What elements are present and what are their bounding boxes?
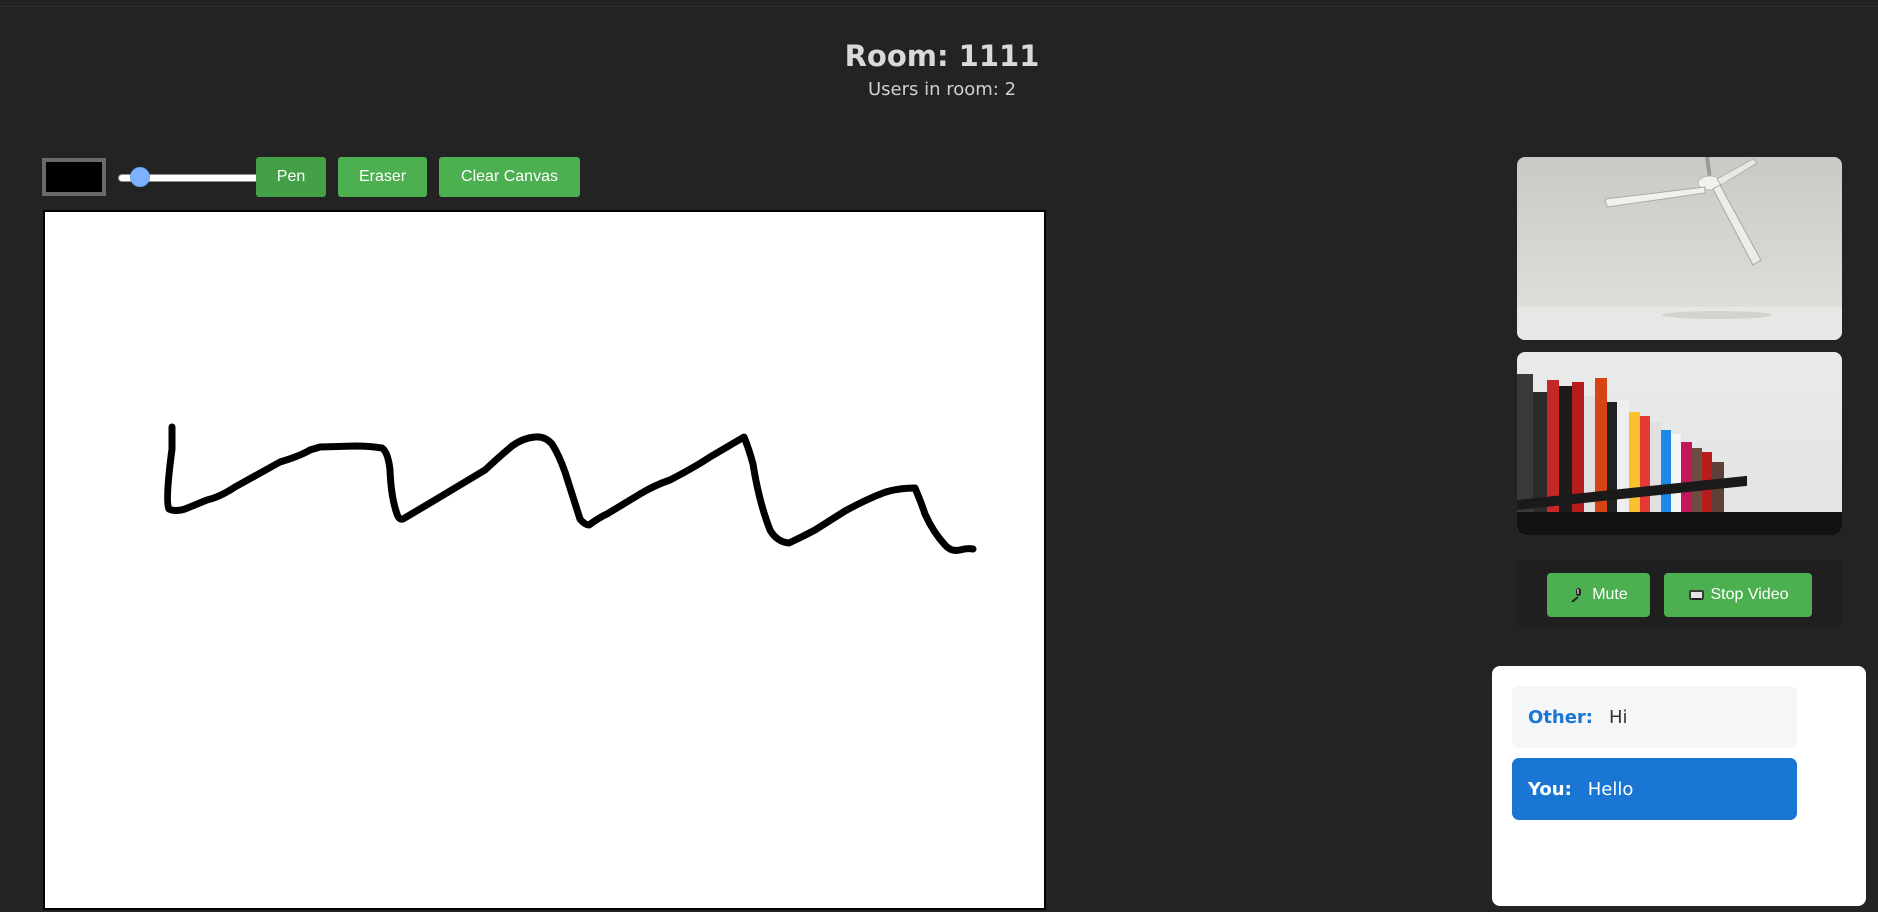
remote-video-frame bbox=[1517, 157, 1842, 340]
remote-video bbox=[1517, 157, 1842, 340]
mute-label: Mute bbox=[1592, 586, 1628, 603]
chat-message: You: Hello bbox=[1512, 758, 1797, 820]
clear-canvas-button[interactable]: Clear Canvas bbox=[439, 157, 580, 197]
camera-icon bbox=[1688, 590, 1704, 600]
users-count: Users in room: 2 bbox=[867, 79, 1017, 100]
local-video bbox=[1517, 352, 1842, 535]
slider-thumb[interactable] bbox=[130, 167, 150, 187]
drawing-canvas[interactable] bbox=[43, 210, 1046, 910]
microphone-icon bbox=[1571, 588, 1582, 602]
chat-message: Other: Hi bbox=[1512, 686, 1797, 748]
message-sender: You: bbox=[1528, 778, 1572, 800]
color-picker[interactable] bbox=[42, 158, 106, 196]
pen-button[interactable]: Pen bbox=[256, 157, 326, 197]
message-sender: Other: bbox=[1528, 706, 1594, 728]
pen-stroke bbox=[164, 423, 977, 554]
message-text: Hi bbox=[1609, 706, 1628, 728]
canvas-drawing bbox=[164, 423, 977, 554]
stop-video-label: Stop Video bbox=[1710, 586, 1789, 603]
local-video-frame bbox=[1517, 374, 1842, 535]
message-text: Hello bbox=[1587, 778, 1634, 800]
top-divider bbox=[0, 6, 1878, 7]
media-controls: Mute Stop Video bbox=[1517, 560, 1842, 628]
mute-button[interactable]: Mute bbox=[1547, 573, 1650, 617]
eraser-button[interactable]: Eraser bbox=[338, 157, 427, 197]
stop-video-button[interactable]: Stop Video bbox=[1664, 573, 1812, 617]
room-title: Room: 1111 bbox=[844, 39, 1040, 73]
chat-panel: Other: Hi You: Hello bbox=[1492, 666, 1866, 906]
room-header: Room: 1111 Users in room: 2 bbox=[0, 36, 1878, 100]
